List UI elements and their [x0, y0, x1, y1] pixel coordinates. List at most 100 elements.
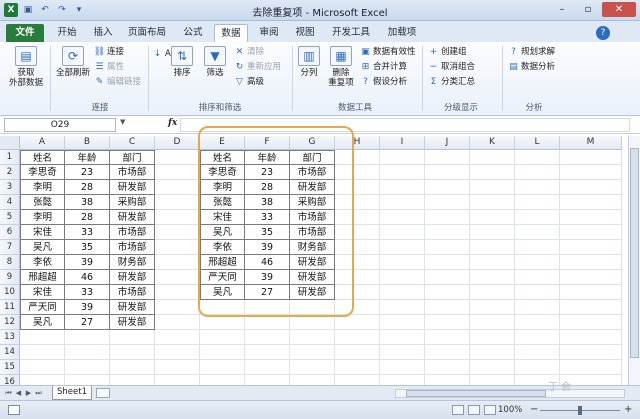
- source-table-cell[interactable]: 46: [65, 270, 110, 285]
- row-header-15[interactable]: 15: [0, 360, 20, 375]
- data-validation-button[interactable]: ▣ 数据有效性: [360, 46, 415, 59]
- help-icon[interactable]: ?: [596, 26, 610, 40]
- source-table-cell[interactable]: 市场部: [110, 165, 155, 180]
- dedup-table-header-cell[interactable]: 年龄: [245, 150, 290, 165]
- dedup-table-cell[interactable]: 市场部: [290, 225, 335, 240]
- ungroup-button[interactable]: − 取消组合: [428, 61, 475, 74]
- source-table-cell[interactable]: 吴凡: [20, 240, 65, 255]
- source-table-cell[interactable]: 市场部: [110, 225, 155, 240]
- column-header-m[interactable]: M: [560, 136, 622, 150]
- tab-developer[interactable]: 开发工具: [326, 24, 376, 42]
- row-header-13[interactable]: 13: [0, 330, 20, 345]
- source-table-cell[interactable]: 23: [65, 165, 110, 180]
- vertical-scroll-thumb[interactable]: [630, 148, 639, 358]
- row-header-8[interactable]: 8: [0, 255, 20, 270]
- group-button[interactable]: + 创建组: [428, 46, 467, 59]
- dedup-table-cell[interactable]: 吴凡: [200, 225, 245, 240]
- insert-function-icon[interactable]: fx: [168, 118, 177, 128]
- dedup-table-cell[interactable]: 27: [245, 285, 290, 300]
- column-header-f[interactable]: F: [245, 136, 290, 150]
- consolidate-button[interactable]: ⊞ 合并计算: [360, 61, 407, 74]
- source-table-cell[interactable]: 28: [65, 180, 110, 195]
- row-header-1[interactable]: 1: [0, 150, 20, 165]
- source-table-cell[interactable]: 宋佳: [20, 225, 65, 240]
- dedup-table-cell[interactable]: 市场部: [290, 165, 335, 180]
- solver-button[interactable]: ? 规划求解: [508, 46, 555, 59]
- horizontal-scroll-thumb[interactable]: [406, 390, 546, 397]
- dedup-table-cell[interactable]: 张懿: [200, 195, 245, 210]
- dedup-table-cell[interactable]: 财务部: [290, 240, 335, 255]
- dedup-table-cell[interactable]: 39: [245, 240, 290, 255]
- dedup-table-cell[interactable]: 研发部: [290, 270, 335, 285]
- maximize-button[interactable]: ▫: [576, 2, 600, 17]
- source-table-cell[interactable]: 28: [65, 210, 110, 225]
- source-table-header-cell[interactable]: 姓名: [20, 150, 65, 165]
- what-if-button[interactable]: ? 假设分析: [360, 76, 407, 89]
- row-header-4[interactable]: 4: [0, 195, 20, 210]
- source-table-cell[interactable]: 李明: [20, 180, 65, 195]
- column-header-d[interactable]: D: [155, 136, 200, 150]
- dedup-table-cell[interactable]: 28: [245, 180, 290, 195]
- column-header-g[interactable]: G: [290, 136, 335, 150]
- zoom-in-button[interactable]: +: [624, 404, 632, 415]
- tab-home[interactable]: 开始: [50, 24, 84, 42]
- source-table-cell[interactable]: 35: [65, 240, 110, 255]
- dedup-table-cell[interactable]: 市场部: [290, 210, 335, 225]
- edit-links-button[interactable]: ✎ 编辑链接: [94, 76, 141, 89]
- sheet-tab-sheet1[interactable]: Sheet1: [52, 386, 92, 400]
- connections-button[interactable]: ⛓ 连接: [94, 46, 124, 59]
- source-table-cell[interactable]: 李依: [20, 255, 65, 270]
- refresh-all-button[interactable]: ⟳ 全部刷新: [54, 46, 92, 78]
- sort-button[interactable]: ⇅ 排序: [168, 46, 196, 78]
- source-table-cell[interactable]: 39: [65, 300, 110, 315]
- dedup-table-cell[interactable]: 研发部: [290, 180, 335, 195]
- source-table-header-cell[interactable]: 年龄: [65, 150, 110, 165]
- source-table-cell[interactable]: 吴凡: [20, 315, 65, 330]
- column-header-l[interactable]: L: [515, 136, 560, 150]
- subtotal-button[interactable]: Σ 分类汇总: [428, 76, 475, 89]
- dedup-table-cell[interactable]: 宋佳: [200, 210, 245, 225]
- row-header-5[interactable]: 5: [0, 210, 20, 225]
- tab-page-layout[interactable]: 页面布局: [122, 24, 172, 42]
- row-header-2[interactable]: 2: [0, 165, 20, 180]
- row-header-9[interactable]: 9: [0, 270, 20, 285]
- source-table-cell[interactable]: 张懿: [20, 195, 65, 210]
- select-all-corner[interactable]: [0, 136, 20, 150]
- dedup-table-cell[interactable]: 李依: [200, 240, 245, 255]
- row-header-3[interactable]: 3: [0, 180, 20, 195]
- dedup-table-header-cell[interactable]: 姓名: [200, 150, 245, 165]
- source-table-cell[interactable]: 33: [65, 285, 110, 300]
- source-table-cell[interactable]: 27: [65, 315, 110, 330]
- dedup-table-cell[interactable]: 38: [245, 195, 290, 210]
- row-header-10[interactable]: 10: [0, 285, 20, 300]
- dedup-table-cell[interactable]: 严天同: [200, 270, 245, 285]
- column-header-j[interactable]: J: [425, 136, 470, 150]
- row-header-14[interactable]: 14: [0, 345, 20, 360]
- dedup-table-cell[interactable]: 39: [245, 270, 290, 285]
- source-table-cell[interactable]: 研发部: [110, 210, 155, 225]
- source-table-cell[interactable]: 市场部: [110, 240, 155, 255]
- horizontal-scrollbar[interactable]: [395, 389, 625, 398]
- dedup-table-cell[interactable]: 46: [245, 255, 290, 270]
- page-break-view-icon[interactable]: [484, 405, 496, 415]
- dedup-table-cell[interactable]: 研发部: [290, 285, 335, 300]
- source-table-cell[interactable]: 39: [65, 255, 110, 270]
- row-header-7[interactable]: 7: [0, 240, 20, 255]
- column-header-b[interactable]: B: [65, 136, 110, 150]
- dedup-table-cell[interactable]: 研发部: [290, 255, 335, 270]
- vertical-scrollbar[interactable]: [628, 136, 640, 385]
- tab-view[interactable]: 视图: [290, 24, 320, 42]
- name-box[interactable]: O29: [4, 118, 116, 132]
- source-table-cell[interactable]: 李思奇: [20, 165, 65, 180]
- dedup-table-header-cell[interactable]: 部门: [290, 150, 335, 165]
- next-sheet-icon[interactable]: ▶: [24, 389, 33, 398]
- macro-record-icon[interactable]: [8, 405, 20, 415]
- first-sheet-icon[interactable]: ⏮: [4, 389, 13, 398]
- dedup-table-cell[interactable]: 33: [245, 210, 290, 225]
- source-table-cell[interactable]: 研发部: [110, 315, 155, 330]
- page-layout-view-icon[interactable]: [468, 405, 480, 415]
- zoom-slider-thumb[interactable]: [578, 406, 582, 415]
- source-table-cell[interactable]: 38: [65, 195, 110, 210]
- column-header-e[interactable]: E: [200, 136, 245, 150]
- source-table-header-cell[interactable]: 部门: [110, 150, 155, 165]
